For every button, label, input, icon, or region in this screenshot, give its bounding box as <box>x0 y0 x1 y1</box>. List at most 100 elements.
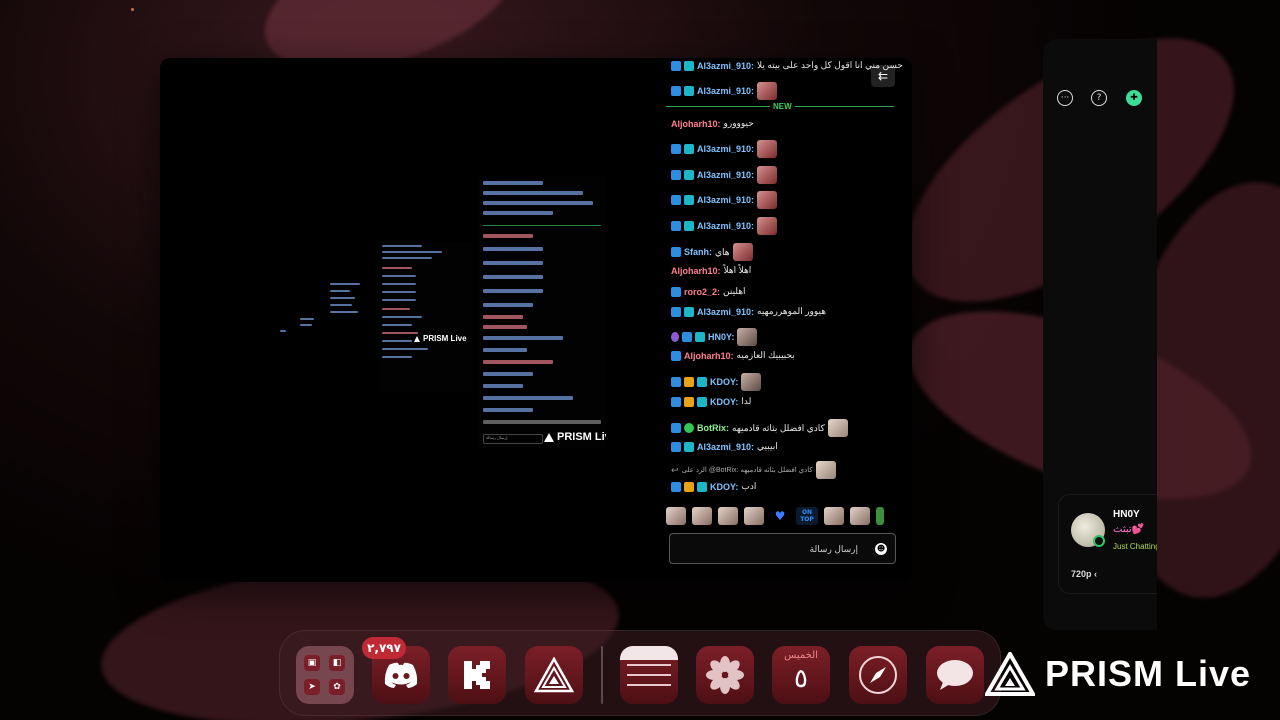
kick-icon <box>464 661 490 689</box>
sub-badge-icon <box>684 441 694 452</box>
mod-badge-icon <box>671 377 681 387</box>
safari-app[interactable] <box>849 646 907 704</box>
chat-sticker <box>737 328 758 346</box>
chat-username[interactable]: KDOY: <box>710 377 738 387</box>
notes-header <box>620 646 678 660</box>
compass-icon <box>859 656 897 694</box>
chat-username[interactable]: BotRix: <box>697 423 729 433</box>
sub-badge-icon <box>684 221 694 231</box>
prism-app[interactable] <box>525 646 583 704</box>
viewer-message: تبثث💕 <box>1113 524 1145 535</box>
chat-text: لدا <box>741 396 752 406</box>
sub-badge-icon <box>697 377 707 387</box>
emote-item[interactable] <box>876 507 884 525</box>
prism-icon <box>534 657 574 693</box>
prism-logo-icon <box>544 432 554 442</box>
viewer-category: Just Chatting <box>1113 542 1157 551</box>
sub-badge-icon <box>684 306 694 317</box>
mod-badge-icon <box>671 170 681 180</box>
chat-username[interactable]: Al3azmi_910: <box>697 61 754 71</box>
chat-username[interactable]: KDOY: <box>710 397 738 407</box>
collapse-icon: ⇇ <box>877 69 889 83</box>
emoji-icon[interactable]: ☻ <box>875 542 887 555</box>
prism-live-watermark: PRISM Live <box>985 652 1251 696</box>
chat-bubble-icon <box>937 660 973 690</box>
mod-badge-icon <box>671 286 681 297</box>
chat-message: Al3azmi_910: ابيبيي <box>671 441 778 452</box>
chat-username[interactable]: HN0Y: <box>708 332 734 342</box>
emote-item[interactable] <box>850 507 870 525</box>
chat-username[interactable]: KDOY: <box>710 482 738 492</box>
chat-text: هيوور الموهررمهيه <box>757 306 827 316</box>
chat-username[interactable]: Al3azmi_910: <box>697 170 754 180</box>
chat-message: Al3azmi_910: هيوور الموهررمهيه <box>671 306 826 317</box>
chat-text: حيووورو <box>723 118 754 128</box>
chat-username[interactable]: Al3azmi_910: <box>697 86 754 96</box>
gamepad-icon[interactable]: ✚ <box>1126 90 1142 106</box>
twitch-mini-icon: ◧ <box>329 655 345 671</box>
chat-message: Al3azmi_910: <box>671 166 778 184</box>
chat-username[interactable]: Aljoharh10: <box>684 351 734 361</box>
chat-username[interactable]: Aljoharh10: <box>671 266 721 276</box>
chat-message: Al3azmi_910: <box>671 82 778 100</box>
mod-badge-icon <box>671 86 681 96</box>
chat-sticker <box>741 373 762 391</box>
chat-username[interactable]: Sfanh: <box>684 247 712 257</box>
chat-input-field[interactable] <box>678 543 858 554</box>
chat-username[interactable]: Al3azmi_910: <box>697 307 754 317</box>
chat-username[interactable]: Al3azmi_910: <box>697 221 754 231</box>
mod-badge-icon <box>671 144 681 154</box>
sub-badge-icon <box>684 195 694 205</box>
sub-badge-icon <box>697 396 707 407</box>
chat-message: Al3azmi_910: <box>671 217 778 235</box>
viewer-name: HN0Y <box>1113 509 1140 520</box>
sub-badge-icon <box>684 144 694 154</box>
notes-icon <box>627 674 671 676</box>
photos-mini-icon: ✿ <box>329 679 345 695</box>
nested-brand-2: PRISM Live <box>414 334 467 343</box>
brand-name: PRISM Live <box>1045 653 1252 694</box>
chat-message: Sfanh: هاي <box>671 243 753 261</box>
chat-text: اهلينن <box>723 286 746 296</box>
emote-item[interactable] <box>666 507 686 525</box>
chat-message: BotRix: كادي افضلل بثاثه قادميهه <box>671 419 848 437</box>
ontop-emote[interactable]: ON TOP <box>796 507 818 525</box>
notification-badge: ٢,٧٩٧ <box>362 637 406 659</box>
chat-sticker <box>827 419 848 437</box>
stream-preview-window: إرسال رسالة PRISM Live PRISM Live <box>160 58 912 582</box>
kick-app[interactable] <box>448 646 506 704</box>
mic-badge-icon <box>671 332 679 342</box>
chat-sticker <box>732 243 753 261</box>
calendar-weekday: الخميس <box>784 650 818 661</box>
mod-badge-icon <box>671 350 681 361</box>
sub-badge-icon <box>684 60 694 71</box>
prism-mini-icon: ▣ <box>304 655 320 671</box>
chat-message: Aljoharh10: بحبيبيك العازميه <box>671 350 795 361</box>
crown-badge-icon <box>684 396 694 407</box>
chat-username[interactable]: Aljoharh10: <box>671 119 721 129</box>
sub-badge-icon <box>684 170 694 180</box>
prism-logo-icon <box>985 652 1035 696</box>
emote-item[interactable] <box>744 507 764 525</box>
mod-badge-icon <box>671 195 681 205</box>
featured-viewer-card[interactable]: HN0Y تبثث💕 Just Chatting 720p ‹ <box>1058 494 1157 594</box>
more-icon[interactable]: ··· <box>1057 90 1073 106</box>
hearts-emote[interactable]: ♥ <box>770 507 790 525</box>
nested-stream-preview-3 <box>260 278 370 358</box>
chat-username[interactable]: Al3azmi_910: <box>697 144 754 154</box>
emote-item[interactable] <box>692 507 712 525</box>
chat-username[interactable]: Al3azmi_910: <box>697 195 754 205</box>
chat-message-input[interactable]: ☻ <box>669 533 896 564</box>
quality-label[interactable]: 720p ‹ <box>1071 569 1097 579</box>
photos-app[interactable] <box>696 646 754 704</box>
stream-apps-folder[interactable]: ▣ ◧ ➤ ✿ <box>296 646 354 704</box>
crown-badge-icon <box>684 377 694 387</box>
mod-badge-icon <box>682 332 692 342</box>
emote-item[interactable] <box>824 507 844 525</box>
help-icon[interactable]: ? <box>1091 90 1107 106</box>
chat-username[interactable]: roro2_2: <box>684 287 720 297</box>
chat-username[interactable]: Al3azmi_910: <box>697 442 754 452</box>
emote-item[interactable] <box>718 507 738 525</box>
messages-app[interactable] <box>926 646 984 704</box>
mod-badge-icon <box>671 423 681 433</box>
